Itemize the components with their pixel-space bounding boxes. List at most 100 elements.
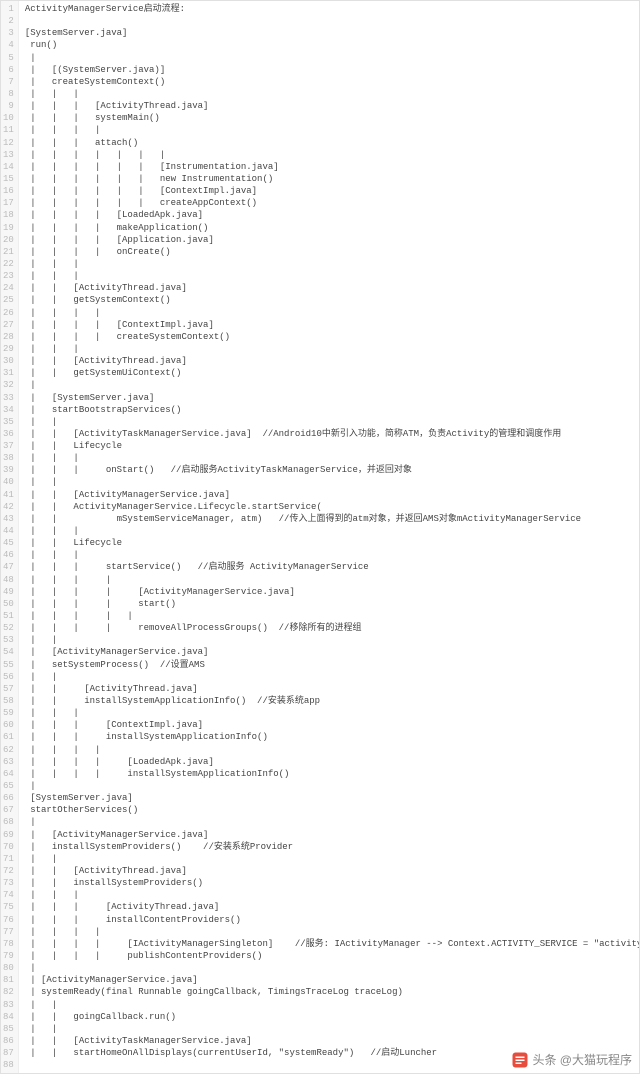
code-line: | | | — [25, 258, 639, 270]
code-line: | createSystemContext() — [25, 76, 639, 88]
code-line: | [SystemServer.java] — [25, 392, 639, 404]
line-number: 51 — [3, 610, 14, 622]
code-line: | | getSystemContext() — [25, 294, 639, 306]
code-line: | | | | makeApplication() — [25, 222, 639, 234]
line-number: 60 — [3, 719, 14, 731]
code-line: | | Lifecycle — [25, 440, 639, 452]
code-line: | | | | onCreate() — [25, 246, 639, 258]
code-line: | | | | | | [ContextImpl.java] — [25, 185, 639, 197]
line-number: 58 — [3, 695, 14, 707]
line-number: 76 — [3, 914, 14, 926]
code-line: | | | | — [25, 124, 639, 136]
code-line: | — [25, 52, 639, 64]
line-number: 75 — [3, 901, 14, 913]
code-line: | | | — [25, 270, 639, 282]
code-line: | | installSystemApplicationInfo() //安装系… — [25, 695, 639, 707]
line-number: 29 — [3, 343, 14, 355]
line-number: 12 — [3, 137, 14, 149]
line-number: 55 — [3, 659, 14, 671]
code-line: | | | | createSystemContext() — [25, 331, 639, 343]
code-line: | | | onStart() //启动服务ActivityTaskManage… — [25, 464, 639, 476]
code-line: [SystemServer.java] — [25, 27, 639, 39]
code-line: | | getSystemUiContext() — [25, 367, 639, 379]
code-line: | [ActivityManagerService.java] — [25, 974, 639, 986]
code-line: | | — [25, 999, 639, 1011]
code-line: | | | [ContextImpl.java] — [25, 719, 639, 731]
code-line: | | — [25, 476, 639, 488]
code-line: | | | | [ContextImpl.java] — [25, 319, 639, 331]
line-number: 65 — [3, 780, 14, 792]
code-line: | | [ActivityThread.java] — [25, 355, 639, 367]
line-number: 61 — [3, 731, 14, 743]
line-number: 52 — [3, 622, 14, 634]
line-number: 72 — [3, 865, 14, 877]
code-line: | | — [25, 416, 639, 428]
code-line: | | installSystemProviders() — [25, 877, 639, 889]
code-line: | | [ActivityThread.java] — [25, 282, 639, 294]
line-number: 67 — [3, 804, 14, 816]
code-line: | | | | | | new Instrumentation() — [25, 173, 639, 185]
line-number: 81 — [3, 974, 14, 986]
code-body: ActivityManagerService启动流程: [SystemServe… — [19, 1, 639, 1073]
code-line: startOtherServices() — [25, 804, 639, 816]
code-line: | | — [25, 634, 639, 646]
code-line: | | | — [25, 88, 639, 100]
code-line: | | | | [Application.java] — [25, 234, 639, 246]
line-number: 23 — [3, 270, 14, 282]
code-line: | | | | — [25, 926, 639, 938]
code-line: | | [ActivityTaskManagerService.java] — [25, 1035, 639, 1047]
code-line: | | | [ActivityThread.java] — [25, 100, 639, 112]
line-number: 56 — [3, 671, 14, 683]
code-line: | — [25, 379, 639, 391]
code-line: | | | installSystemApplicationInfo() — [25, 731, 639, 743]
line-number: 53 — [3, 634, 14, 646]
line-number: 49 — [3, 586, 14, 598]
code-line: | | | — [25, 889, 639, 901]
code-line: | | | | installSystemApplicationInfo() — [25, 768, 639, 780]
code-line: | | | startService() //启动服务 ActivityMana… — [25, 561, 639, 573]
code-line: | — [25, 962, 639, 974]
line-number: 86 — [3, 1035, 14, 1047]
line-number: 3 — [3, 27, 14, 39]
line-number: 73 — [3, 877, 14, 889]
code-line: | | | | | — [25, 610, 639, 622]
code-line: | | | | [LoadedApk.java] — [25, 756, 639, 768]
code-line: | | | | [IActivityManagerSingleton] //服务… — [25, 938, 639, 950]
line-number: 79 — [3, 950, 14, 962]
line-number: 74 — [3, 889, 14, 901]
line-number: 6 — [3, 64, 14, 76]
line-number: 16 — [3, 185, 14, 197]
line-number: 87 — [3, 1047, 14, 1059]
line-number: 46 — [3, 549, 14, 561]
code-line: | | — [25, 1023, 639, 1035]
line-number: 15 — [3, 173, 14, 185]
line-number: 31 — [3, 367, 14, 379]
line-number: 47 — [3, 561, 14, 573]
line-number: 27 — [3, 319, 14, 331]
line-number: 70 — [3, 841, 14, 853]
line-number: 33 — [3, 392, 14, 404]
line-number: 25 — [3, 294, 14, 306]
code-line: | | startHomeOnAllDisplays(currentUserId… — [25, 1047, 639, 1059]
code-line: run() — [25, 39, 639, 51]
line-number: 63 — [3, 756, 14, 768]
code-line: | — [25, 816, 639, 828]
line-number: 57 — [3, 683, 14, 695]
line-number: 62 — [3, 744, 14, 756]
line-number: 20 — [3, 234, 14, 246]
line-number: 40 — [3, 476, 14, 488]
code-line: | | [ActivityManagerService.java] — [25, 489, 639, 501]
code-line: | [ActivityManagerService.java] — [25, 646, 639, 658]
line-number: 9 — [3, 100, 14, 112]
line-number: 83 — [3, 999, 14, 1011]
code-line: | startBootstrapServices() — [25, 404, 639, 416]
code-block: 1234567891011121314151617181920212223242… — [0, 0, 640, 1074]
code-line — [25, 15, 639, 27]
code-line: | | | installContentProviders() — [25, 914, 639, 926]
line-number: 37 — [3, 440, 14, 452]
line-number: 85 — [3, 1023, 14, 1035]
line-number: 24 — [3, 282, 14, 294]
code-line: | setSystemProcess() //设置AMS — [25, 659, 639, 671]
line-number: 66 — [3, 792, 14, 804]
code-line: | | | | [LoadedApk.java] — [25, 209, 639, 221]
